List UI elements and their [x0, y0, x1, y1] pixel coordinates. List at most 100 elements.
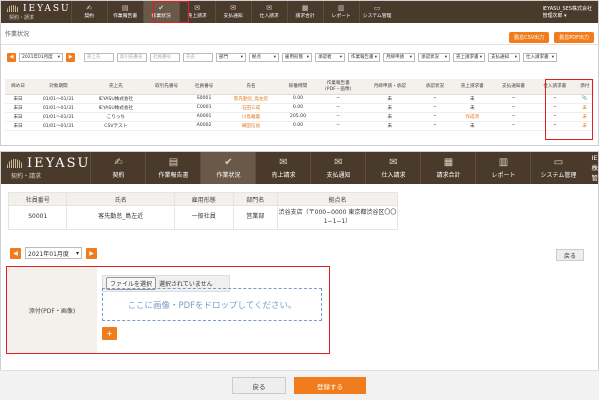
- next-month-button[interactable]: ▶: [86, 247, 97, 259]
- work-report-select[interactable]: 作業報告書 ▾: [348, 52, 380, 62]
- employee-name-link[interactable]: 織田信長: [220, 121, 282, 131]
- table-cell: −: [492, 121, 535, 131]
- table-cell: 末日: [5, 121, 32, 131]
- approval-status-select[interactable]: 承認状況 ▾: [418, 52, 450, 62]
- branch-select[interactable]: 拠点 ▾: [249, 52, 279, 62]
- chevron-down-icon: ▾: [75, 249, 79, 257]
- column-header: 社員番号: [187, 79, 221, 95]
- header-bar: IEYASU 契約・請求 ✍ 契約 ▤ 作業報告書 ✔ 作業状況 ✉ 売上請求 ✉ 支払通…: [1, 152, 598, 184]
- user-menu[interactable]: IEYASU_SES株式会社 管理次郎 ▾: [585, 152, 598, 184]
- table-cell: 未: [451, 94, 493, 104]
- customer-input[interactable]: 売上先: [84, 52, 114, 62]
- table-cell: −: [314, 112, 362, 122]
- back-button-top[interactable]: 戻る: [556, 249, 584, 261]
- nav-report[interactable]: ▥ レポート: [322, 1, 359, 23]
- nav-highlight-box: [153, 1, 189, 23]
- mail-icon: ✉: [194, 4, 201, 12]
- attachment-label: 添付(PDF・画像): [7, 267, 97, 353]
- employment-type-select[interactable]: 雇用形態 ▾: [282, 52, 312, 62]
- name-input[interactable]: 氏名: [183, 52, 213, 62]
- table-cell: −: [314, 121, 362, 131]
- table-cell: 未: [361, 121, 418, 131]
- chart-icon: ▥: [498, 156, 509, 168]
- prev-month-button[interactable]: ◀: [7, 52, 16, 62]
- table-cell: 営業部: [232, 205, 278, 230]
- approver-select[interactable]: 承認者 ▾: [315, 52, 345, 62]
- table-cell: 01/01〜01/31: [31, 112, 86, 122]
- prev-month-button[interactable]: ◀: [10, 247, 21, 259]
- column-header: 締め日: [5, 79, 32, 95]
- table-cell: 末日: [5, 103, 32, 113]
- nav-contract[interactable]: ✍ 契約: [70, 1, 107, 23]
- column-header: 氏名: [220, 79, 282, 95]
- mail-icon: ✉: [266, 4, 273, 12]
- page-title: 作業状況: [5, 31, 30, 38]
- check-icon: ✔: [224, 156, 233, 168]
- attachment-upload-section: 添付(PDF・画像) ファイルを選択 選択されていません ここに画像・PDFをド…: [6, 266, 330, 354]
- logo[interactable]: IEYASU 契約・請求: [1, 152, 90, 184]
- user-menu[interactable]: IEYASU_SES株式会社 管理次郎 ▾: [536, 1, 598, 23]
- table-cell: [145, 94, 188, 104]
- nav-contract[interactable]: ✍ 契約: [90, 152, 145, 184]
- table-cell: 客先勤怠_島左近: [66, 205, 176, 230]
- logo[interactable]: IEYASU 契約・請求: [1, 1, 71, 23]
- table-cell: 末日: [5, 112, 32, 122]
- nav-report[interactable]: ▥ レポート: [475, 152, 530, 184]
- department-select[interactable]: 部門 ▾: [216, 52, 246, 62]
- nav-payment-notice[interactable]: ✉ 支払通知: [214, 1, 251, 23]
- table-cell: S0001: [187, 94, 221, 104]
- nav-purchase-invoice[interactable]: ✉ 仕入請求: [250, 1, 287, 23]
- table-cell: 未: [451, 103, 493, 113]
- fan-logo-icon: [7, 5, 19, 12]
- sales-invoice-select[interactable]: 売上請求書 ▾: [453, 52, 485, 62]
- partner-number-input[interactable]: 取引先番号: [117, 52, 147, 62]
- nav-work-status[interactable]: ✔ 作業状況: [200, 152, 256, 184]
- column-header: 稼働時間: [281, 79, 315, 95]
- employee-name-link[interactable]: 客先勤怠_島左近: [220, 94, 282, 104]
- csv-export-button[interactable]: 勤怠CSV出力: [509, 32, 550, 43]
- pdf-export-button[interactable]: 勤怠PDF出力: [554, 32, 594, 43]
- invoice-link[interactable]: 作成済: [451, 112, 493, 122]
- nav-payment-notice[interactable]: ✉ 支払通知: [310, 152, 365, 184]
- payment-notice-select[interactable]: 支払通知 ▾: [488, 52, 520, 62]
- table-cell: 末日: [5, 94, 32, 104]
- employee-name-link[interactable]: 川島雅義: [220, 112, 282, 122]
- nav-work-report[interactable]: ▤ 作業報告書: [106, 1, 143, 23]
- column-header: 取引先番号: [145, 79, 188, 95]
- nav-system[interactable]: ▭ システム管理: [530, 152, 585, 184]
- nav-work-report[interactable]: ▤ 作業報告書: [145, 152, 200, 184]
- table-cell: 一般社員: [174, 205, 234, 230]
- table-cell: 0.00: [281, 121, 315, 131]
- nav-purchase-invoice[interactable]: ✉ 仕入請求: [365, 152, 420, 184]
- submit-button[interactable]: 登録する: [294, 377, 366, 394]
- table-cell: 0.00: [281, 103, 315, 113]
- table-cell: [145, 121, 188, 131]
- mail-icon: ✉: [279, 156, 288, 168]
- column-header: 売上請求書: [451, 79, 493, 95]
- upload-area: ファイルを選択 選択されていません ここに画像・PDFをドロップしてください。 …: [97, 267, 329, 353]
- drop-zone[interactable]: ここに画像・PDFをドロップしてください。: [102, 288, 322, 321]
- nav-invoice-total[interactable]: ▦ 請求合計: [420, 152, 475, 184]
- mail-open-icon: ✉: [334, 156, 343, 168]
- attachment-column-highlight: [545, 79, 593, 140]
- nav-invoice-total[interactable]: ▦ 請求合計: [286, 1, 323, 23]
- next-month-button[interactable]: ▶: [66, 52, 75, 62]
- employee-name-link[interactable]: 石田三成: [220, 103, 282, 113]
- calculator-icon: ▦: [301, 4, 309, 12]
- table-cell: −: [417, 121, 452, 131]
- month-select[interactable]: 2021年01月度 ▾: [19, 52, 63, 62]
- table-row: 末日 01/01〜01/31 CSVテスト A0002 織田信長 0.00− 未 − 未 − − 未: [5, 121, 594, 131]
- employee-number-input[interactable]: 社員番号: [150, 52, 180, 62]
- table-cell: −: [492, 94, 535, 104]
- purchase-invoice-select[interactable]: 仕入請求書 ▾: [523, 52, 557, 62]
- month-close-select[interactable]: 月締申請 ▾: [383, 52, 415, 62]
- column-header: 氏名: [66, 192, 176, 206]
- table-cell: [145, 103, 188, 113]
- back-button[interactable]: 戻る: [232, 377, 286, 394]
- add-file-button[interactable]: +: [102, 327, 117, 340]
- nav-sales-invoice[interactable]: ✉ 売上請求: [255, 152, 310, 184]
- mail-open-icon: ✉: [230, 4, 237, 12]
- month-select[interactable]: 2021年01月度 ▾: [25, 247, 82, 259]
- table-cell: [145, 112, 188, 122]
- nav-system[interactable]: ▭ システム管理: [358, 1, 395, 23]
